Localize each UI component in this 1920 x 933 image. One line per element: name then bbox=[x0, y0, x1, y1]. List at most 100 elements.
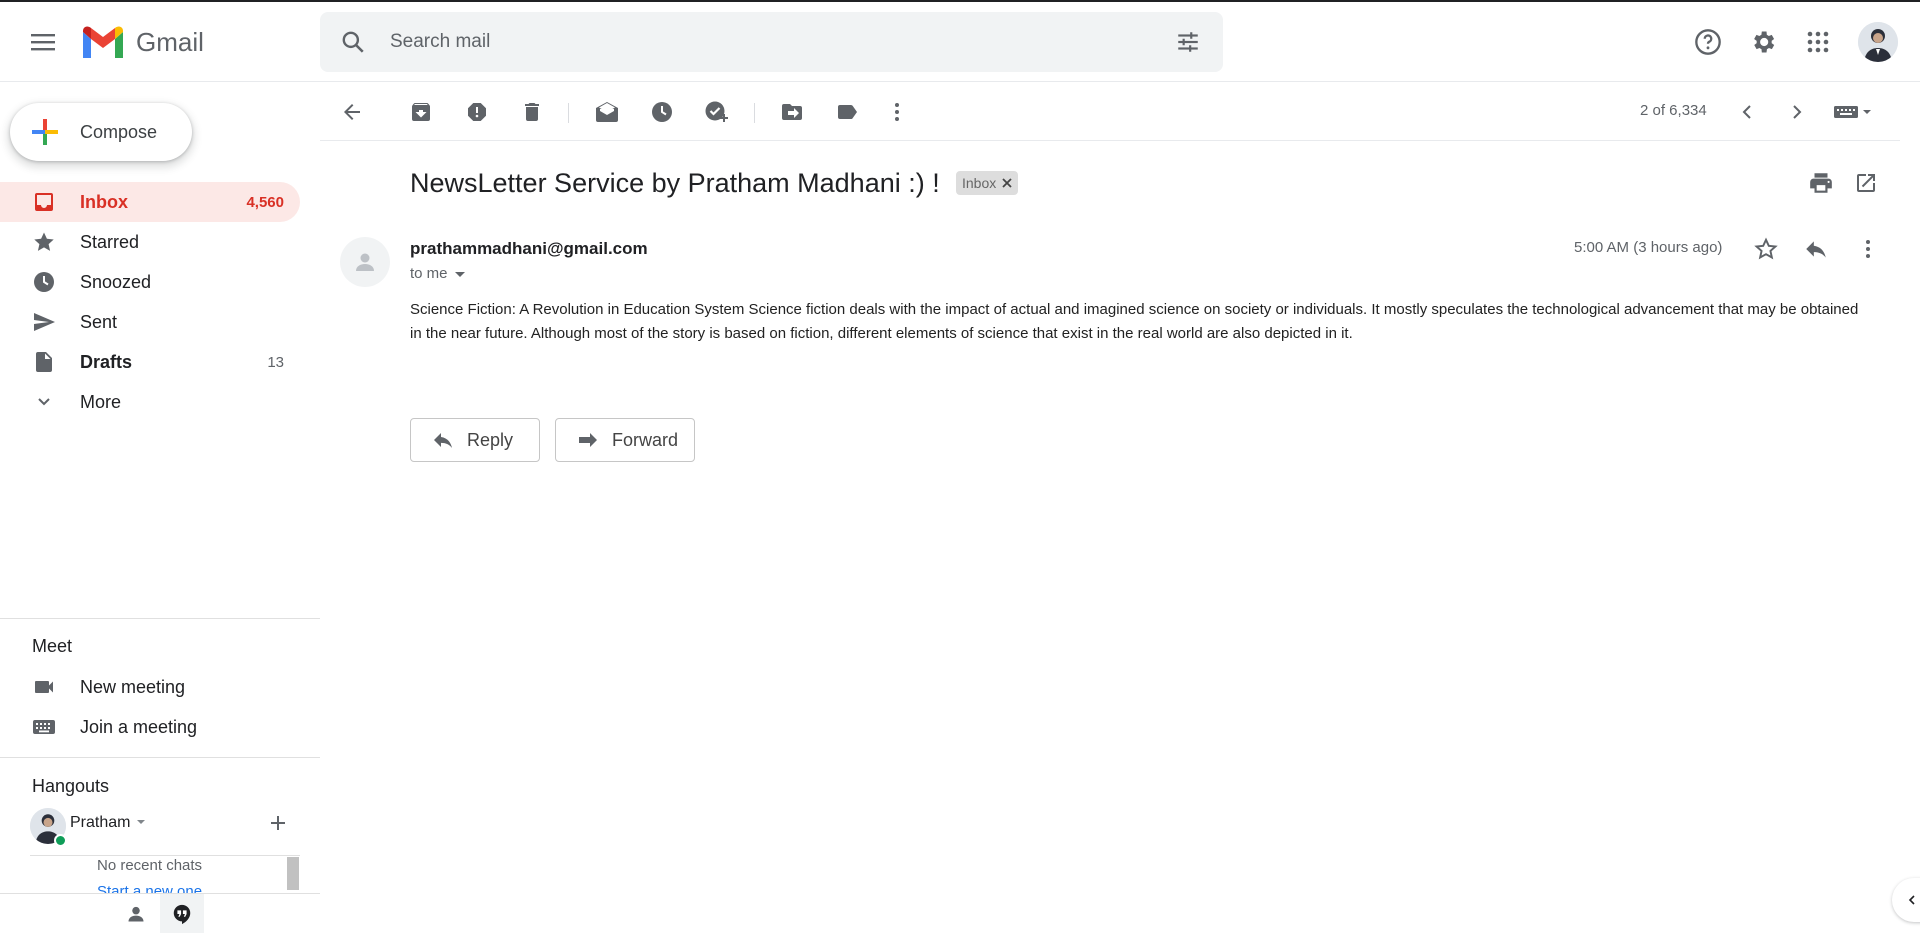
report-spam-button[interactable] bbox=[463, 98, 491, 126]
labels-button[interactable] bbox=[833, 98, 861, 126]
hangouts-section-title: Hangouts bbox=[32, 776, 110, 796]
unread-count: 4,560 bbox=[246, 193, 284, 211]
clock-icon bbox=[652, 102, 672, 122]
new-conversation-button[interactable] bbox=[268, 813, 288, 838]
more-vert-icon bbox=[895, 103, 899, 121]
move-to-button[interactable] bbox=[778, 98, 806, 126]
hangouts-user-name: Pratham bbox=[70, 814, 131, 831]
apps-grid-icon bbox=[1807, 31, 1829, 53]
delete-button[interactable] bbox=[518, 98, 546, 126]
more-actions-button[interactable] bbox=[883, 98, 911, 126]
reply-icon-button[interactable] bbox=[1803, 236, 1829, 267]
star-button[interactable] bbox=[1753, 236, 1779, 267]
message-toolbar: 2 of 6,334 bbox=[320, 83, 1900, 141]
archive-button[interactable] bbox=[407, 98, 435, 126]
email-subject: NewsLetter Service by Pratham Madhani :)… bbox=[410, 168, 940, 198]
search-options-icon[interactable] bbox=[1175, 29, 1201, 60]
inbox-label-chip: Inbox bbox=[956, 171, 1019, 195]
profile-photo-icon bbox=[1858, 22, 1898, 62]
help-button[interactable] bbox=[1688, 22, 1728, 62]
chevron-right-icon bbox=[1793, 105, 1802, 119]
compose-plus-icon bbox=[32, 119, 58, 145]
settings-button[interactable] bbox=[1743, 22, 1783, 62]
older-button[interactable] bbox=[1783, 98, 1811, 126]
draft-icon bbox=[36, 352, 52, 372]
join-meeting-item[interactable]: Join a meeting bbox=[0, 707, 300, 747]
open-in-new-window-button[interactable] bbox=[1854, 171, 1878, 200]
open-in-new-icon bbox=[1857, 174, 1875, 192]
reply-button[interactable]: Reply bbox=[410, 418, 540, 462]
input-tools-button[interactable] bbox=[1832, 98, 1874, 126]
compose-button[interactable]: Compose bbox=[10, 103, 192, 161]
new-meeting-item[interactable]: New meeting bbox=[0, 667, 300, 707]
archive-icon bbox=[412, 103, 430, 121]
move-to-folder-icon bbox=[782, 104, 802, 120]
hangouts-icon bbox=[173, 904, 191, 924]
toolbar-divider bbox=[754, 103, 755, 123]
forward-icon bbox=[579, 433, 597, 447]
account-avatar[interactable] bbox=[1858, 22, 1898, 62]
person-icon bbox=[356, 253, 374, 271]
sidebar-divider bbox=[0, 618, 320, 619]
main-menu-button[interactable] bbox=[24, 22, 64, 62]
join-meeting-label: Join a meeting bbox=[80, 716, 198, 737]
forward-button[interactable]: Forward bbox=[555, 418, 695, 462]
sidebar-item-label: Starred bbox=[80, 231, 140, 252]
recipient-details[interactable]: to me bbox=[410, 265, 466, 282]
print-button[interactable] bbox=[1808, 170, 1834, 201]
gmail-logo[interactable]: Gmail bbox=[80, 22, 204, 62]
meet-section-title: Meet bbox=[32, 636, 73, 656]
sender-email[interactable]: prathammadhani@gmail.com bbox=[410, 239, 648, 259]
plus-icon bbox=[271, 816, 285, 830]
hangouts-divider bbox=[30, 855, 300, 856]
hamburger-icon bbox=[31, 34, 55, 51]
hangouts-scrollbar[interactable] bbox=[287, 857, 299, 890]
back-arrow-icon bbox=[344, 104, 360, 120]
search-input[interactable] bbox=[390, 12, 1130, 72]
forward-label: Forward bbox=[612, 429, 679, 450]
sidebar-item-starred[interactable]: Starred bbox=[0, 222, 300, 262]
chevron-left-icon bbox=[1908, 895, 1915, 905]
inbox-icon bbox=[35, 193, 53, 211]
reply-icon bbox=[1806, 241, 1826, 258]
apps-button[interactable] bbox=[1798, 22, 1838, 62]
caret-down-icon bbox=[136, 820, 145, 824]
message-more-button[interactable] bbox=[1856, 236, 1880, 267]
contacts-tab[interactable] bbox=[126, 904, 146, 929]
search-bar[interactable] bbox=[320, 12, 1223, 72]
send-icon bbox=[34, 313, 55, 331]
app-header: Gmail bbox=[0, 2, 1920, 82]
gear-icon bbox=[1754, 31, 1775, 53]
sidebar-item-drafts[interactable]: Drafts 13 bbox=[0, 342, 300, 382]
label-icon bbox=[838, 105, 857, 119]
video-icon bbox=[35, 681, 53, 693]
mark-unread-button[interactable] bbox=[593, 98, 621, 126]
sidebar-item-label: Sent bbox=[80, 311, 118, 332]
side-panel-toggle[interactable] bbox=[1892, 878, 1920, 922]
sidebar-item-inbox[interactable]: Inbox 4,560 bbox=[0, 182, 300, 222]
remove-label-button[interactable] bbox=[1002, 171, 1012, 195]
help-icon bbox=[1695, 29, 1721, 55]
sidebar-item-label: Snoozed bbox=[80, 271, 152, 292]
sidebar-item-snoozed[interactable]: Snoozed bbox=[0, 262, 300, 302]
back-button[interactable] bbox=[338, 98, 366, 126]
gmail-m-icon bbox=[83, 26, 123, 58]
sidebar-item-sent[interactable]: Sent bbox=[0, 302, 300, 342]
sender-avatar[interactable] bbox=[340, 237, 390, 287]
more-vert-icon bbox=[1866, 240, 1870, 258]
add-to-tasks-button[interactable] bbox=[703, 98, 731, 126]
sidebar-item-label: More bbox=[80, 391, 122, 412]
hangouts-tab[interactable] bbox=[160, 894, 204, 933]
message-pager: 2 of 6,334 bbox=[1640, 102, 1707, 119]
sidebar-footer bbox=[0, 893, 320, 933]
print-icon bbox=[1810, 173, 1832, 193]
snooze-button[interactable] bbox=[648, 98, 676, 126]
chevron-down-icon bbox=[38, 398, 50, 406]
caret-down-icon bbox=[454, 271, 465, 277]
search-icon[interactable] bbox=[340, 29, 366, 60]
newer-button[interactable] bbox=[1733, 98, 1761, 126]
reply-label: Reply bbox=[467, 429, 514, 450]
star-outline-icon bbox=[1754, 237, 1778, 260]
sidebar-item-more[interactable]: More bbox=[0, 382, 300, 422]
hangouts-user-menu[interactable]: Pratham bbox=[70, 814, 147, 832]
